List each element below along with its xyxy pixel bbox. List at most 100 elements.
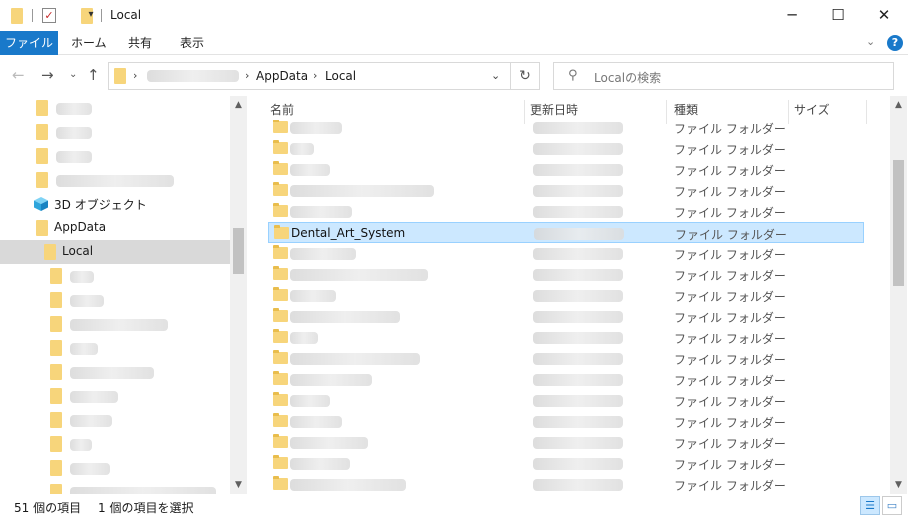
nav-item[interactable] — [0, 384, 230, 408]
minimize-button[interactable]: ─ — [769, 0, 815, 31]
refresh-button[interactable]: ↻ — [511, 62, 540, 90]
folder-icon — [273, 287, 288, 301]
nav-item[interactable] — [0, 168, 230, 192]
ribbon-expand-icon[interactable]: ⌄ — [866, 35, 875, 48]
nav-item[interactable] — [0, 456, 230, 480]
file-row[interactable]: ファイル フォルダー — [268, 411, 864, 432]
breadcrumb-local[interactable]: Local — [325, 69, 356, 83]
help-icon[interactable]: ? — [887, 35, 903, 51]
file-row[interactable]: ファイル フォルダー — [268, 453, 864, 474]
file-row[interactable]: ファイル フォルダー — [268, 348, 864, 369]
refresh-icon: ↻ — [519, 68, 531, 84]
file-type: ファイル フォルダー — [674, 416, 786, 430]
forward-arrow-icon[interactable]: → — [41, 66, 54, 84]
folder-icon — [273, 329, 288, 343]
folder-icon — [50, 436, 62, 452]
blurred-path-segment[interactable] — [147, 70, 239, 82]
blurred-name — [290, 269, 428, 281]
breadcrumb-chevron-icon[interactable]: › — [133, 69, 137, 82]
close-button[interactable]: ✕ — [861, 0, 907, 31]
nav-item-3d-objects[interactable]: 3D オブジェクト — [0, 192, 230, 216]
blurred-label — [70, 295, 104, 307]
file-row[interactable]: ファイル フォルダー — [268, 474, 864, 494]
nav-item[interactable] — [0, 336, 230, 360]
nav-item-appdata[interactable]: AppData — [0, 216, 230, 240]
tab-share[interactable]: 共有 — [128, 31, 152, 55]
customize-quick-access-icon[interactable]: ▾ — [86, 8, 96, 22]
content-scrollbar[interactable]: ▲ ▼ — [890, 96, 907, 494]
nav-item[interactable] — [0, 144, 230, 168]
folder-icon — [36, 100, 48, 116]
back-arrow-icon[interactable]: ← — [12, 66, 25, 84]
address-bar[interactable]: › › AppData › Local ⌄ — [108, 62, 511, 90]
file-row[interactable]: ファイル フォルダー — [268, 432, 864, 453]
column-header-date[interactable]: 更新日時 — [530, 101, 578, 118]
blurred-date — [533, 311, 623, 323]
nav-item[interactable] — [0, 96, 230, 120]
file-row[interactable]: ファイル フォルダー — [268, 264, 864, 285]
maximize-button[interactable]: ☐ — [815, 0, 861, 31]
search-input[interactable]: Localの検索 — [594, 69, 661, 86]
search-box[interactable]: ⚲ Localの検索 — [553, 62, 894, 90]
column-header-size[interactable]: サイズ — [794, 101, 830, 118]
blurred-label — [70, 367, 154, 379]
file-row[interactable]: ファイル フォルダー — [268, 243, 864, 264]
tab-file[interactable]: ファイル — [0, 31, 58, 55]
details-view-button[interactable]: ☰ — [860, 496, 880, 515]
file-type: ファイル フォルダー — [674, 269, 786, 283]
content-scroll-thumb[interactable] — [893, 160, 904, 286]
file-row[interactable]: ファイル フォルダー — [268, 306, 864, 327]
nav-item[interactable] — [0, 480, 230, 494]
nav-item[interactable] — [0, 312, 230, 336]
column-header-name[interactable]: 名前 — [270, 101, 294, 118]
nav-item[interactable] — [0, 432, 230, 456]
file-row-selected[interactable]: Dental_Art_System ファイル フォルダー — [268, 222, 864, 243]
nav-item[interactable] — [0, 360, 230, 384]
properties-check-icon[interactable]: ✓ — [42, 8, 56, 23]
file-row[interactable]: ファイル フォルダー — [268, 159, 864, 180]
nav-scrollbar[interactable]: ▲ ▼ — [230, 96, 247, 494]
breadcrumb-chevron-icon[interactable]: › — [313, 69, 317, 82]
scroll-down-icon[interactable]: ▼ — [235, 480, 242, 490]
large-icons-view-button[interactable]: ▭ — [882, 496, 902, 515]
large-icons-view-icon: ▭ — [886, 499, 898, 512]
folder-icon — [273, 245, 288, 259]
scroll-down-icon[interactable]: ▼ — [895, 480, 902, 490]
file-row[interactable]: ファイル フォルダー — [268, 390, 864, 411]
nav-item-local[interactable]: Local — [0, 240, 230, 264]
up-arrow-icon[interactable]: ↑ — [87, 66, 100, 84]
ribbon: ファイル ホーム 共有 表示 ⌄ ? — [0, 31, 908, 55]
tab-home[interactable]: ホーム — [71, 31, 107, 55]
breadcrumb-chevron-icon[interactable]: › — [245, 69, 249, 82]
file-row[interactable]: ファイル フォルダー — [268, 180, 864, 201]
column-header-type[interactable]: 種類 — [674, 101, 698, 118]
file-row[interactable]: ファイル フォルダー — [268, 120, 864, 138]
navigation-pane: 3D オブジェクト AppData Local ▲ ▼ — [0, 96, 248, 494]
blurred-name — [290, 416, 342, 428]
nav-item[interactable] — [0, 264, 230, 288]
nav-scroll-thumb[interactable] — [233, 228, 244, 274]
address-dropdown-icon[interactable]: ⌄ — [491, 69, 500, 82]
folder-icon — [273, 350, 288, 364]
status-bar: 51 個の項目 1 個の項目を選択 — [0, 494, 908, 518]
file-row[interactable]: ファイル フォルダー — [268, 327, 864, 348]
file-row[interactable]: ファイル フォルダー — [268, 201, 864, 222]
blurred-date — [533, 185, 623, 197]
nav-item[interactable] — [0, 120, 230, 144]
blurred-date — [533, 248, 623, 260]
scroll-up-icon[interactable]: ▲ — [895, 100, 902, 110]
scroll-up-icon[interactable]: ▲ — [235, 100, 242, 110]
file-row[interactable]: ファイル フォルダー — [268, 369, 864, 390]
file-row[interactable]: ファイル フォルダー — [268, 285, 864, 306]
file-type: ファイル フォルダー — [674, 164, 786, 178]
nav-item-label: AppData — [54, 220, 107, 234]
folder-icon — [114, 68, 126, 84]
blurred-name — [290, 353, 420, 365]
file-row[interactable]: ファイル フォルダー — [268, 138, 864, 159]
tab-view[interactable]: 表示 — [180, 31, 204, 55]
blurred-label — [56, 127, 92, 139]
nav-item[interactable] — [0, 408, 230, 432]
breadcrumb-appdata[interactable]: AppData — [256, 69, 308, 83]
recent-locations-icon[interactable]: ⌄ — [69, 69, 77, 80]
nav-item[interactable] — [0, 288, 230, 312]
